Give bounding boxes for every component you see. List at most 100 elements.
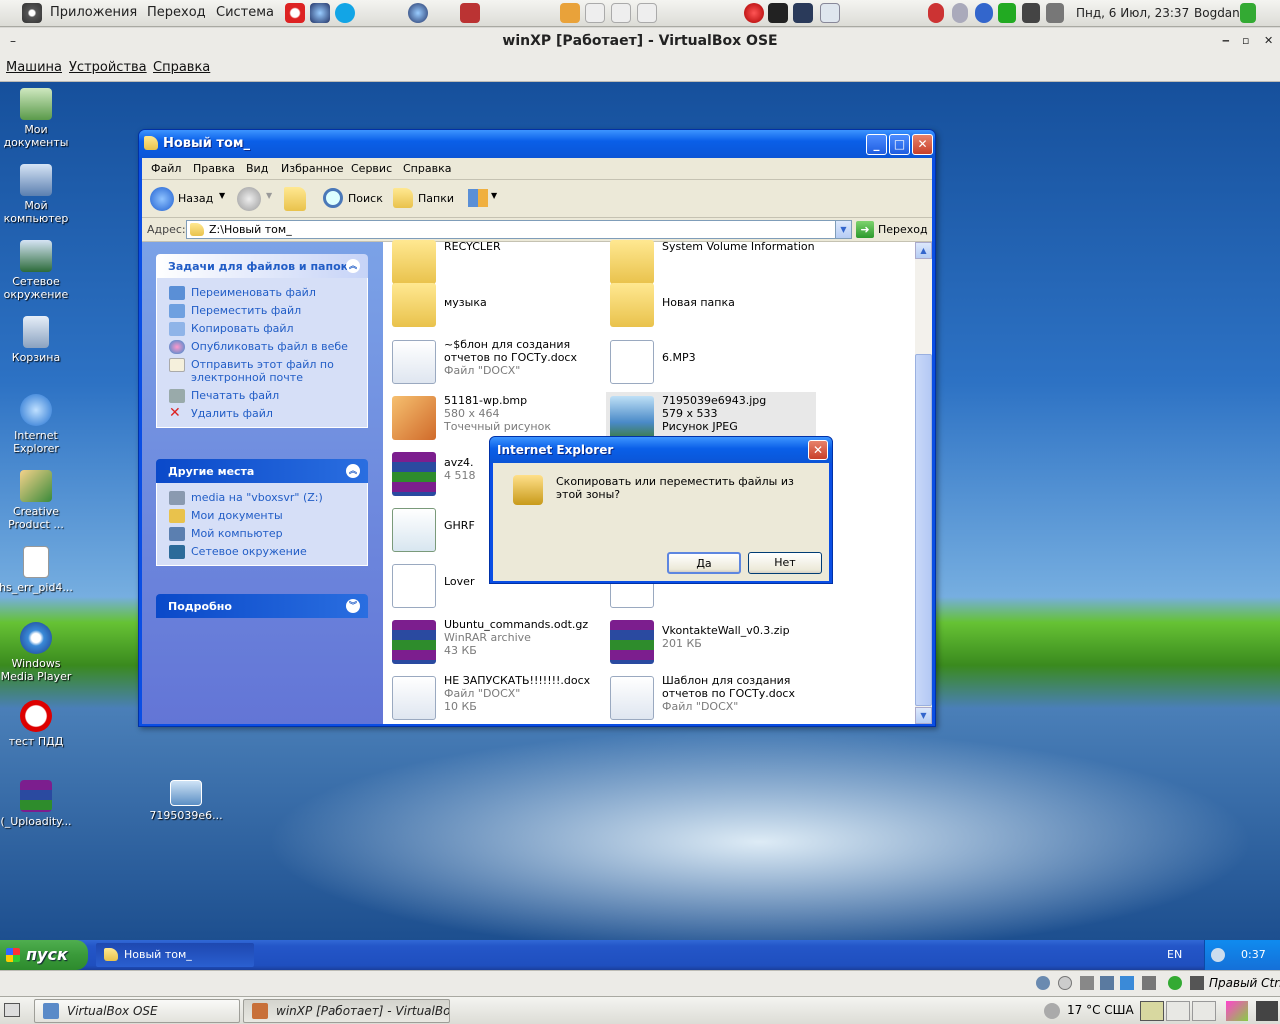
desktop-icon-creative[interactable]: Creative Product ... (0, 470, 74, 531)
applet-icon[interactable] (1256, 1001, 1278, 1021)
browser-icon[interactable] (310, 3, 330, 23)
task-move[interactable]: Переместить файл (157, 302, 367, 320)
archive-app-icon[interactable] (460, 3, 480, 23)
menu-places[interactable]: Переход (147, 5, 206, 20)
go-button[interactable]: Переход (878, 223, 928, 236)
xp-clock[interactable]: 0:37 (1241, 948, 1266, 961)
volume-icon[interactable] (1046, 3, 1064, 23)
menu-help[interactable]: Справка (403, 162, 451, 175)
scroll-thumb[interactable] (915, 354, 932, 706)
virtualization-icon[interactable] (1168, 976, 1182, 990)
weather-text[interactable]: 17 °C США (1067, 1003, 1134, 1017)
no-button[interactable]: Нет (748, 552, 822, 574)
menu-system[interactable]: Система (216, 5, 274, 20)
menu-file[interactable]: Файл (151, 162, 181, 175)
show-desktop-icon[interactable] (4, 1003, 20, 1017)
task-copy[interactable]: Копировать файл (157, 320, 367, 338)
go-arrow-icon[interactable]: ➜ (856, 221, 874, 238)
menu-devices[interactable]: Устройства (69, 60, 147, 75)
network-adapter-icon[interactable] (1100, 976, 1114, 990)
collapse-icon[interactable]: ︽ (346, 259, 360, 273)
minimize-button[interactable]: _ (866, 134, 887, 155)
forward-dropdown-icon[interactable]: ▼ (266, 191, 272, 200)
file-item[interactable]: Новая папка (606, 279, 816, 331)
views-dropdown-icon[interactable]: ▼ (491, 191, 497, 200)
place-network[interactable]: Сетевое окружение (157, 543, 367, 561)
network-app-icon[interactable] (408, 3, 428, 23)
file-tasks-header[interactable]: Задачи для файлов и папок ︽ (156, 254, 368, 278)
tray-network-icon[interactable] (1211, 948, 1225, 962)
menu-view[interactable]: Вид (246, 162, 268, 175)
vertical-scrollbar[interactable]: ▲ ▼ (915, 242, 932, 724)
floppy-icon[interactable] (1080, 976, 1094, 990)
menu-machine[interactable]: Машина (6, 60, 62, 75)
scroll-up-icon[interactable]: ▲ (915, 242, 932, 259)
skype-icon[interactable] (335, 3, 355, 23)
file-item[interactable]: ~$блон для создания отчетов по ГОСТу.doc… (388, 336, 598, 388)
screenshot-icon[interactable] (820, 3, 840, 23)
trash-applet-icon[interactable] (1226, 1001, 1248, 1021)
explorer-title-bar[interactable]: Новый том_ _ □ ✕ (139, 130, 935, 158)
minimize-icon[interactable]: ‒ (1222, 28, 1230, 54)
search-icon[interactable] (323, 188, 343, 208)
menu-applications[interactable]: Приложения (50, 5, 137, 20)
task-winxp-vm[interactable]: winXP [Работает] - VirtualBo... (243, 999, 450, 1023)
forward-arrow-icon[interactable] (237, 187, 261, 211)
launcher-2-icon[interactable] (611, 3, 631, 23)
yes-button[interactable]: Да (667, 552, 741, 574)
system-monitor-icon[interactable] (793, 3, 813, 23)
menu-help[interactable]: Справка (153, 60, 210, 75)
window-menu-icon[interactable]: – (10, 28, 16, 54)
place-vboxsvr[interactable]: media на "vboxsvr" (Z:) (157, 489, 367, 507)
file-item[interactable]: Шаблон для создания отчетов по ГОСТу.doc… (606, 672, 816, 724)
close-button[interactable]: ✕ (912, 134, 933, 155)
tray-1-icon[interactable] (928, 3, 944, 23)
user-switch-icon[interactable] (1240, 3, 1256, 23)
workspace-2[interactable] (1166, 1001, 1190, 1021)
tray-2-icon[interactable] (952, 3, 968, 23)
taskbar-explorer-button[interactable]: Новый том_ (96, 943, 254, 967)
menu-edit[interactable]: Правка (193, 162, 235, 175)
file-item[interactable]: музыка (388, 279, 598, 331)
task-rename[interactable]: Переименовать файл (157, 284, 367, 302)
maximize-icon[interactable]: ▫ (1242, 28, 1249, 54)
scroll-down-icon[interactable]: ▼ (915, 707, 932, 724)
foot-menu-icon[interactable] (22, 3, 42, 23)
back-arrow-icon[interactable] (150, 187, 174, 211)
views-icon[interactable] (468, 189, 488, 207)
details-header[interactable]: Подробно ︾ (156, 594, 368, 618)
address-dropdown-icon[interactable]: ▼ (835, 221, 851, 238)
desktop-icon-my-computer[interactable]: Мой компьютер (0, 164, 74, 225)
desktop-icon-ie[interactable]: Internet Explorer (0, 394, 74, 455)
weather-icon[interactable] (1044, 1003, 1060, 1019)
workspace-3[interactable] (1192, 1001, 1216, 1021)
desktop-icon-jpg[interactable]: 7195039e6... (148, 780, 224, 822)
task-email[interactable]: Отправить этот файл по электронной почте (157, 356, 367, 387)
file-item[interactable]: НЕ ЗАПУСКАТЬ!!!!!!!.docx Файл "DOCX" 10 КБ (388, 672, 598, 724)
task-virtualbox-ose[interactable]: VirtualBox OSE (34, 999, 240, 1023)
opera-icon[interactable] (285, 3, 305, 23)
language-indicator[interactable]: EN (1167, 948, 1182, 961)
back-button[interactable]: Назад (178, 192, 213, 205)
task-publish[interactable]: Опубликовать файл в вебе (157, 338, 367, 356)
user-name[interactable]: Bogdan (1194, 6, 1240, 20)
menu-favorites[interactable]: Избранное (281, 162, 343, 175)
file-item[interactable]: Ubuntu_commands.odt.gz WinRAR archive 43 К… (388, 616, 598, 668)
desktop-icon-pdd[interactable]: тест ПДД (0, 700, 74, 748)
file-item[interactable]: VkontakteWall_v0.3.zip 201 КБ (606, 616, 816, 668)
tray-3-icon[interactable] (975, 3, 993, 23)
task-print[interactable]: Печатать файл (157, 387, 367, 405)
desktop-icon-hs-err[interactable]: hs_err_pid4... (0, 546, 74, 594)
desktop-icon-uploadity[interactable]: (_Uploadity... (0, 780, 74, 828)
other-places-header[interactable]: Другие места ︽ (156, 459, 368, 483)
folder-up-icon[interactable] (284, 187, 306, 211)
back-dropdown-icon[interactable]: ▼ (219, 191, 225, 200)
ie-confirm-dialog[interactable]: Internet Explorer ✕ Скопировать или пере… (489, 436, 833, 584)
clock[interactable]: Пнд, 6 Июл, 23:37 (1076, 6, 1189, 20)
usb-icon[interactable] (1142, 976, 1156, 990)
shared-folders-icon[interactable] (1120, 976, 1134, 990)
place-my-computer[interactable]: Мой компьютер (157, 525, 367, 543)
home-icon[interactable] (560, 3, 580, 23)
workspace-1[interactable] (1140, 1001, 1164, 1021)
menu-tools[interactable]: Сервис (351, 162, 392, 175)
